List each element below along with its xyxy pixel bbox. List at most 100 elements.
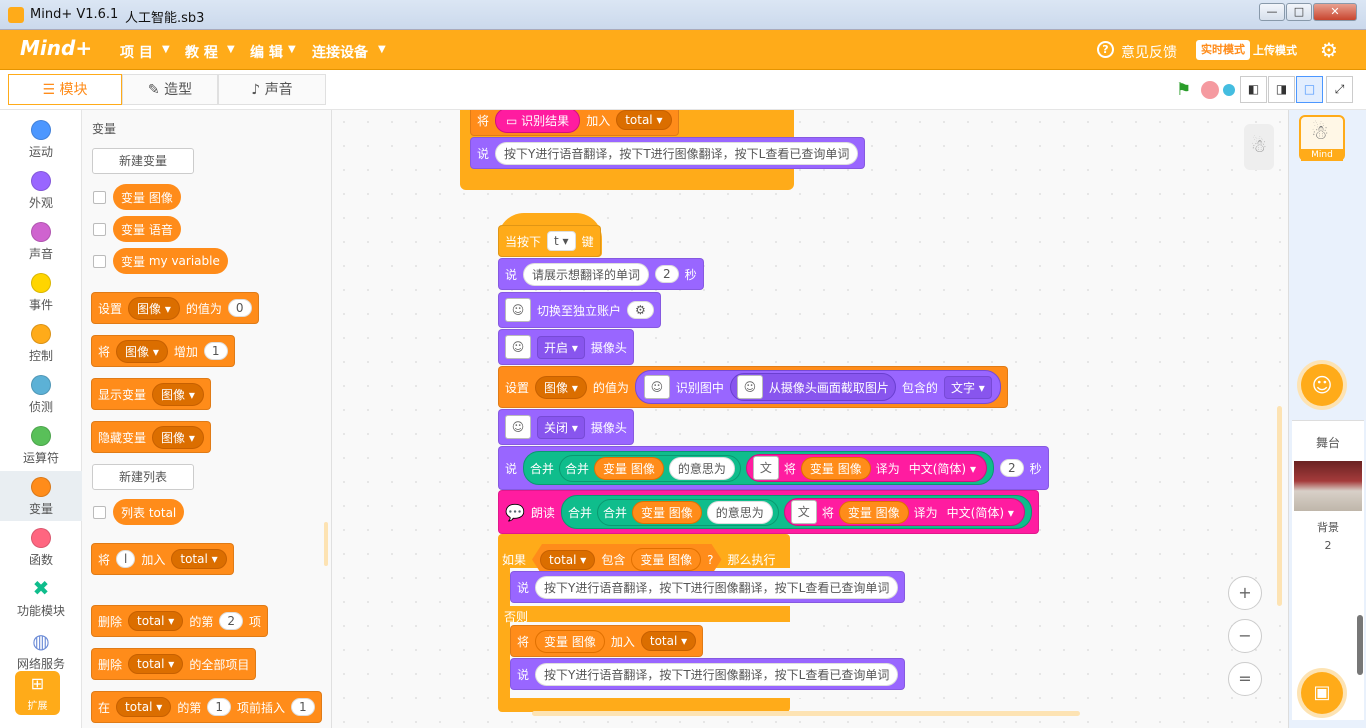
- category-looks[interactable]: 外观: [0, 165, 82, 215]
- reporter-list-total[interactable]: 列表 total: [113, 499, 185, 525]
- checkbox-list-total[interactable]: [93, 506, 106, 519]
- camera-off-block[interactable]: ☺ 关闭 ▾ 摄像头: [498, 409, 634, 445]
- category-operators[interactable]: 运算符: [0, 420, 82, 470]
- variable-dropdown[interactable]: 图像 ▾: [152, 382, 204, 406]
- minimize-button[interactable]: —: [1259, 3, 1285, 21]
- add-to-list-block[interactable]: 将 l 加入 total ▾: [91, 543, 234, 575]
- set-variable-block[interactable]: 设置 图像 ▾ 的值为 0: [91, 292, 259, 324]
- green-flag-icon[interactable]: ⚑: [1176, 80, 1191, 100]
- settings-icon[interactable]: ⚙: [627, 301, 654, 319]
- add-to-list-block[interactable]: 将变量 图像 加入 total ▾: [510, 625, 704, 657]
- inner-join-reporter[interactable]: 合并 变量 图像 的意思为: [596, 498, 779, 526]
- zoom-reset-icon[interactable]: =: [1228, 662, 1262, 696]
- value-input[interactable]: 1: [203, 342, 228, 360]
- turbo-icon[interactable]: [1223, 84, 1235, 96]
- fullscreen-icon[interactable]: ⤢: [1326, 76, 1353, 103]
- extensions-button[interactable]: ⊞ 扩展: [15, 671, 60, 715]
- camera-state-dropdown[interactable]: 关闭 ▾: [537, 415, 585, 439]
- normal-stage-icon[interactable]: ◨: [1268, 76, 1295, 103]
- hide-variable-block[interactable]: 隐藏变量 图像 ▾: [91, 421, 211, 453]
- say-block[interactable]: 说按下Y进行语音翻译，按下T进行图像翻译，按下L查看已查询单词: [510, 658, 906, 690]
- value-input[interactable]: 1: [290, 698, 315, 716]
- reporter-var-image[interactable]: 变量 图像: [113, 184, 181, 210]
- small-stage-icon[interactable]: ◧: [1240, 76, 1267, 103]
- checkbox-var-image[interactable]: [93, 191, 106, 204]
- category-modules[interactable]: ✖ 功能模块: [0, 573, 82, 625]
- show-variable-block[interactable]: 显示变量 图像 ▾: [91, 378, 211, 410]
- list-dropdown[interactable]: total ▾: [116, 697, 172, 717]
- list-dropdown[interactable]: total ▾: [128, 611, 184, 631]
- checkbox-var-my-variable[interactable]: [93, 255, 106, 268]
- menu-project[interactable]: 项 目: [120, 42, 153, 62]
- text-input[interactable]: 按下Y进行语音翻译，按下T进行图像翻译，按下L查看已查询单词: [495, 141, 859, 165]
- switch-account-block[interactable]: ☺ 切换至独立账户 ⚙: [498, 292, 661, 328]
- variable-dropdown[interactable]: 图像 ▾: [128, 296, 180, 320]
- backdrop-thumbnail[interactable]: [1294, 461, 1362, 511]
- variable-dropdown[interactable]: 图像 ▾: [116, 339, 168, 363]
- variable-dropdown[interactable]: 图像 ▾: [535, 375, 587, 399]
- menu-edit[interactable]: 编 辑: [250, 42, 283, 62]
- text-input[interactable]: 按下Y进行语音翻译，按下T进行图像翻译，按下L查看已查询单词: [535, 575, 899, 599]
- category-sound[interactable]: 声音: [0, 216, 82, 266]
- maximize-button[interactable]: □: [1286, 3, 1312, 21]
- value-input[interactable]: 0: [227, 299, 252, 317]
- key-dropdown[interactable]: t ▾: [547, 231, 576, 251]
- upload-mode-toggle[interactable]: 上传模式: [1253, 42, 1297, 58]
- inner-join-reporter[interactable]: 合并 变量 图像 的意思为: [559, 454, 741, 482]
- text-input[interactable]: 请展示想翻译的单词: [523, 262, 650, 286]
- secs-input[interactable]: 2: [655, 265, 679, 283]
- add-result-to-list-block[interactable]: 将 ▭ 识别结果 加入 total ▾: [470, 110, 679, 136]
- close-button[interactable]: ✕: [1313, 3, 1357, 21]
- feedback-link[interactable]: 意见反馈: [1121, 42, 1177, 62]
- tab-sounds[interactable]: ♪ 声音: [218, 74, 326, 105]
- workspace-vertical-scrollbar[interactable]: [1277, 406, 1282, 606]
- zoom-in-icon[interactable]: +: [1228, 576, 1262, 610]
- stop-icon[interactable]: [1201, 81, 1219, 99]
- text-input[interactable]: 的意思为: [668, 456, 735, 480]
- variable-reporter[interactable]: 变量 图像: [535, 629, 605, 653]
- checkbox-var-voice[interactable]: [93, 223, 106, 236]
- variable-reporter[interactable]: 变量 图像: [631, 548, 701, 571]
- delete-item-block[interactable]: 删除 total ▾ 的第 2 项: [91, 605, 268, 637]
- text-input[interactable]: 的意思为: [706, 500, 773, 524]
- value-input[interactable]: 2: [219, 612, 243, 630]
- live-mode-toggle[interactable]: 实时模式: [1196, 40, 1250, 60]
- list-dropdown[interactable]: total ▾: [128, 654, 184, 674]
- reporter-var-my-variable[interactable]: 变量 my variable: [113, 248, 228, 274]
- text-input[interactable]: 按下Y进行语音翻译，按下T进行图像翻译，按下L查看已查询单词: [535, 662, 899, 686]
- palette-scrollbar[interactable]: [324, 522, 328, 566]
- change-variable-block[interactable]: 将图像 ▾ 增加 1: [91, 335, 235, 367]
- variable-dropdown[interactable]: 图像 ▾: [152, 425, 204, 449]
- delete-all-block[interactable]: 删除 total ▾ 的全部项目: [91, 648, 257, 680]
- value-input[interactable]: 1: [207, 698, 231, 716]
- zoom-out-icon[interactable]: −: [1228, 619, 1262, 653]
- add-sprite-button[interactable]: ☺: [1301, 364, 1343, 406]
- tab-blocks[interactable]: ☰ 模块: [8, 74, 122, 105]
- capture-reporter[interactable]: ☺ 从摄像头画面截取图片: [729, 373, 896, 401]
- sprite-tile[interactable]: ☃ Mind: [1299, 115, 1345, 161]
- gear-icon[interactable]: ⚙: [1320, 38, 1338, 62]
- say-block[interactable]: 说按下Y进行语音翻译，按下T进行图像翻译，按下L查看已查询单词: [510, 571, 906, 603]
- content-type-dropdown[interactable]: 文字 ▾: [943, 375, 992, 399]
- variable-reporter[interactable]: 变量 图像: [838, 500, 909, 524]
- say-for-secs-block[interactable]: 说请展示想翻译的单词 2 秒: [498, 258, 704, 290]
- list-dropdown[interactable]: total ▾: [171, 549, 227, 569]
- join-reporter[interactable]: 合并 合并 变量 图像 的意思为文将变量 图像 译为 中文(简体) ▾: [523, 451, 994, 485]
- camera-on-block[interactable]: ☺ 开启 ▾ 摄像头: [498, 329, 634, 365]
- language-dropdown[interactable]: 中文(简体) ▾: [905, 458, 980, 479]
- when-key-pressed-block[interactable]: 当按下 t ▾ 键: [498, 225, 601, 257]
- menu-connect-device[interactable]: 连接设备: [312, 42, 368, 62]
- workspace-horizontal-scrollbar[interactable]: [532, 711, 1080, 716]
- set-variable-block[interactable]: 设置 图像 ▾ 的值为 ☺ 识别图中 ☺ 从摄像头画面截取图片 包含的 文字 ▾: [498, 366, 1008, 408]
- script-workspace[interactable]: 将 ▭ 识别结果 加入 total ▾ 说按下Y进行语音翻译，按下T进行图像翻译，按下…: [332, 110, 1288, 728]
- reporter-var-voice[interactable]: 变量 语音: [113, 216, 181, 242]
- translate-reporter[interactable]: 文将变量 图像 译为 中文(简体) ▾: [745, 454, 987, 482]
- camera-state-dropdown[interactable]: 开启 ▾: [537, 335, 585, 359]
- menu-tutorial[interactable]: 教 程: [185, 42, 218, 62]
- language-dropdown[interactable]: 中文(简体) ▾: [943, 502, 1018, 523]
- speak-block[interactable]: 💬 朗读 合并 合并 变量 图像 的意思为文将变量 图像 译为 中文(简体) ▾: [498, 490, 1039, 534]
- speech-result-reporter[interactable]: ▭ 识别结果: [495, 110, 581, 133]
- list-dropdown[interactable]: total ▾: [640, 631, 697, 651]
- new-list-button[interactable]: 新建列表: [92, 464, 194, 490]
- list-dropdown[interactable]: total ▾: [540, 550, 595, 570]
